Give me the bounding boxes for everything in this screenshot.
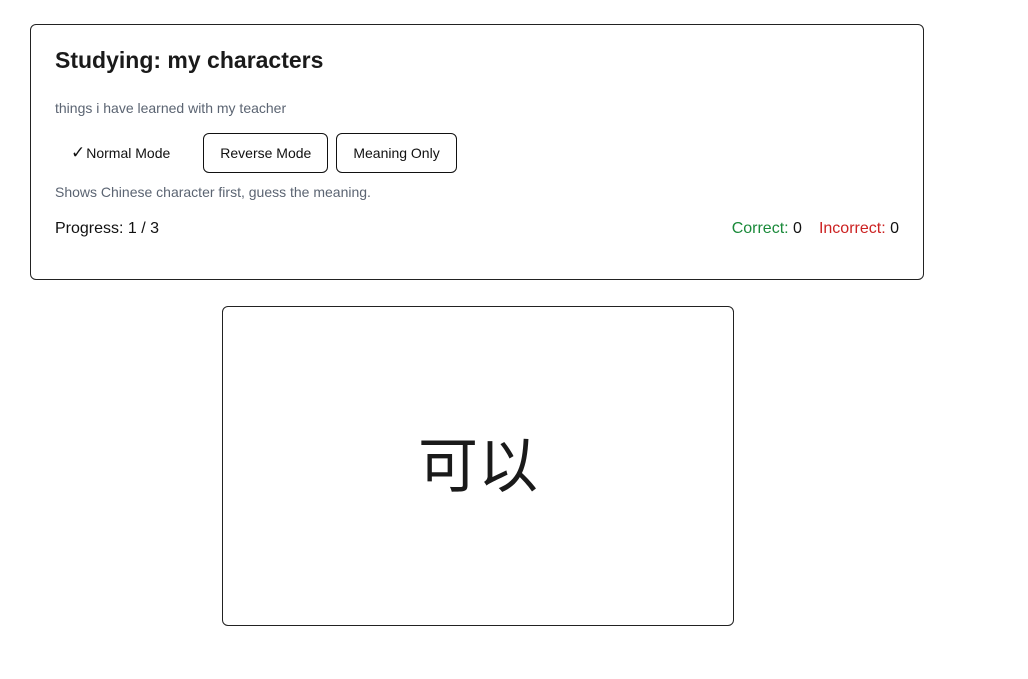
mode-description: Shows Chinese character first, guess the… [55,184,371,200]
incorrect-count: 0 [890,220,899,237]
reverse-mode-label: Reverse Mode [220,145,312,161]
correct-label: Correct: [731,220,789,237]
meaning-only-button[interactable]: Meaning Only [336,133,457,173]
deck-description: things i have learned with my teacher [55,100,287,116]
incorrect-stat: Incorrect: 0 [819,220,899,238]
study-header-panel: Studying: my characters things i have le… [30,24,924,280]
checkmark-icon: ✓ [71,143,86,162]
correct-count: 0 [793,220,802,237]
flashcard[interactable]: 可以 [222,306,734,626]
meaning-only-label: Meaning Only [353,145,440,161]
progress-text: Progress: 1 / 3 [55,220,160,237]
mode-selector: ✓ Normal Mode Reverse Mode Meaning Only [55,133,457,173]
reverse-mode-button[interactable]: Reverse Mode [203,133,329,173]
correct-stat: Correct: 0 [732,220,802,238]
flashcard-character: 可以 [418,431,538,502]
normal-mode-label: Normal Mode [86,145,171,161]
incorrect-label: Incorrect: [818,220,886,237]
normal-mode-button[interactable]: ✓ Normal Mode [55,133,188,173]
page-title: Studying: my characters [55,47,324,73]
score-stats: Correct: 0 Incorrect: 0 [732,220,899,238]
